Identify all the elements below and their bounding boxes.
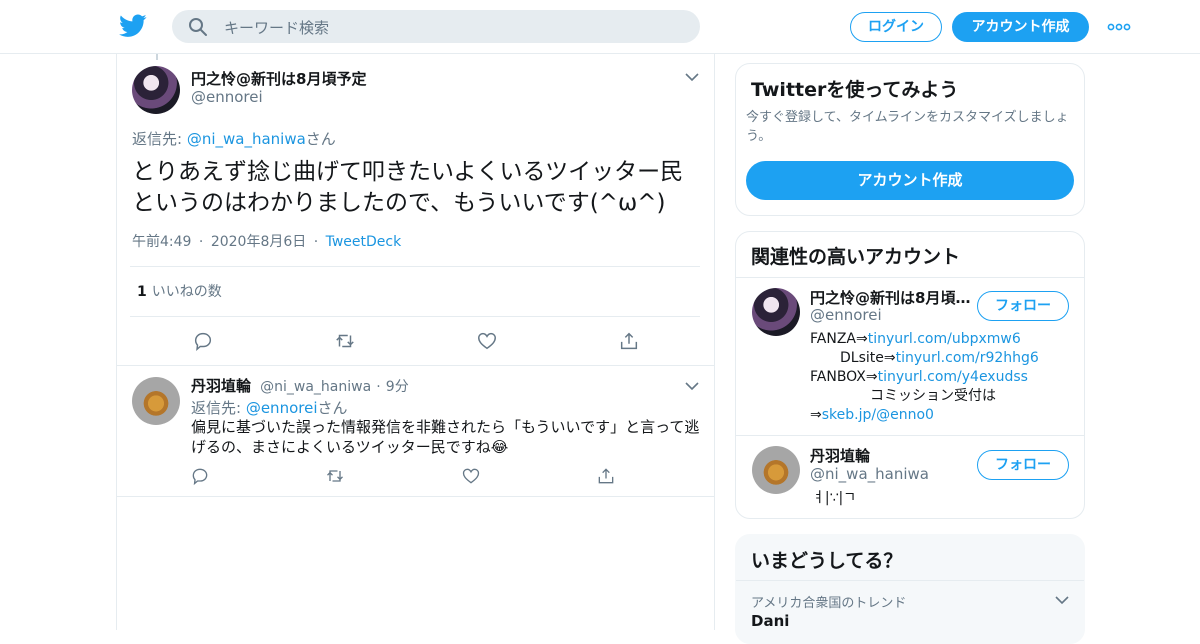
- likes-summary[interactable]: 1 いいねの数: [137, 281, 222, 301]
- author-handle[interactable]: @ni_wa_haniwa: [260, 379, 371, 395]
- divider: [130, 266, 700, 267]
- avatar[interactable]: [132, 66, 180, 114]
- card-title: 関連性の高いアカウント: [751, 246, 961, 268]
- card-title: Twitterを使ってみよう: [751, 79, 959, 101]
- bio-line: FANZA⇒tinyurl.com/ubpxmw6: [810, 330, 1080, 349]
- avatar[interactable]: [132, 377, 180, 425]
- main-timeline: 円之怜@新刊は8月頃予定 @ennorei 返信先: @ni_wa_haniwa…: [116, 54, 715, 630]
- reply-to-link[interactable]: @ni_wa_haniwa: [187, 130, 306, 148]
- bio-link[interactable]: skeb.jp/@enno0: [822, 407, 934, 423]
- bio-line: FANBOX⇒tinyurl.com/y4exudss: [810, 368, 1080, 387]
- trend-item[interactable]: Dani: [751, 612, 789, 630]
- bio-link[interactable]: tinyurl.com/y4exudss: [878, 369, 1028, 385]
- avatar[interactable]: [752, 446, 800, 494]
- chevron-down-icon[interactable]: [685, 381, 699, 391]
- bio-line: コミッション受付は: [810, 387, 1080, 406]
- account-handle[interactable]: @ni_wa_haniwa: [810, 465, 929, 483]
- author-name[interactable]: 丹羽埴輪: [191, 377, 251, 395]
- share-icon[interactable]: [596, 466, 616, 486]
- related-accounts-card: 関連性の高いアカウント 円之怜@新刊は8月頃… @ennorei フォロー FA…: [735, 231, 1085, 519]
- account-bio: FANZA⇒tinyurl.com/ubpxmw6 DLsite⇒tinyurl…: [810, 330, 1080, 425]
- divider: [736, 435, 1084, 436]
- search-box[interactable]: キーワード検索: [172, 10, 700, 43]
- trends-card: いまどうしてる？ アメリカ合衆国のトレンド Dani: [735, 534, 1085, 644]
- meta-separator: ·: [198, 234, 204, 250]
- twitter-logo-icon[interactable]: [119, 13, 147, 39]
- account-name[interactable]: 丹羽埴輪: [810, 445, 870, 466]
- top-nav: キーワード検索 ログイン アカウント作成: [0, 0, 1200, 54]
- account-bio: ㅕ|∵|ㄱ: [812, 490, 857, 506]
- retweet-icon[interactable]: [325, 466, 345, 486]
- tweet-time[interactable]: 午前4:49: [132, 234, 191, 250]
- signup-card: Twitterを使ってみよう 今すぐ登録して、タイムラインをカスタマイズしましょ…: [735, 63, 1085, 216]
- search-input[interactable]: キーワード検索: [224, 17, 329, 38]
- reply-header: 丹羽埴輪 @ni_wa_haniwa · 9分: [191, 375, 409, 396]
- trend-region: アメリカ合衆国のトレンド: [751, 596, 907, 611]
- reply-suffix: さん: [305, 130, 336, 148]
- bio-line: DLsite⇒tinyurl.com/r92hhg6: [810, 349, 1080, 368]
- reply-icon[interactable]: [192, 330, 214, 352]
- meta-separator: ·: [376, 379, 381, 395]
- bio-text: FANZA⇒: [810, 331, 868, 347]
- divider: [736, 580, 1084, 581]
- bio-text: FANBOX⇒: [810, 369, 878, 385]
- reply-context: 返信先: @ennoreiさん: [191, 397, 348, 418]
- reply-to-link[interactable]: @ennorei: [246, 399, 318, 417]
- card-title: いまどうしてる？: [751, 550, 903, 572]
- reply-icon[interactable]: [190, 466, 210, 486]
- login-button[interactable]: ログイン: [850, 12, 942, 42]
- retweet-icon[interactable]: [334, 330, 356, 352]
- author-name[interactable]: 円之怜@新刊は8月頃予定: [191, 68, 366, 89]
- avatar[interactable]: [752, 288, 800, 336]
- reply-prefix: 返信先:: [191, 399, 246, 417]
- like-icon[interactable]: [461, 466, 481, 486]
- card-description: 今すぐ登録して、タイムラインをカスタマイズしましょう。: [746, 110, 1069, 144]
- tweet-age[interactable]: 9分: [386, 379, 409, 395]
- tweet-client-link[interactable]: TweetDeck: [326, 234, 402, 250]
- reply-context: 返信先: @ni_wa_haniwaさん: [132, 128, 336, 149]
- bio-text: DLsite⇒: [840, 350, 896, 366]
- tweet-date[interactable]: 2020年8月6日: [211, 234, 306, 250]
- follow-button[interactable]: フォロー: [977, 291, 1069, 321]
- divider: [117, 365, 714, 366]
- like-label: いいねの数: [151, 284, 222, 300]
- bio-line: ⇒skeb.jp/@enno0: [810, 406, 1080, 425]
- tweet-meta: 午前4:49 · 2020年8月6日 · TweetDeck: [132, 231, 401, 251]
- signup-button[interactable]: アカウント作成: [952, 12, 1089, 42]
- search-icon: [189, 18, 207, 36]
- more-options-icon[interactable]: [1107, 20, 1131, 34]
- like-count: 1: [137, 284, 147, 300]
- divider: [117, 496, 714, 497]
- follow-button[interactable]: フォロー: [977, 450, 1069, 480]
- author-handle[interactable]: @ennorei: [191, 88, 263, 106]
- account-name[interactable]: 円之怜@新刊は8月頃…: [810, 287, 970, 308]
- chevron-down-icon[interactable]: [1055, 595, 1069, 605]
- meta-separator: ·: [313, 234, 319, 250]
- share-icon[interactable]: [618, 330, 640, 352]
- chevron-down-icon[interactable]: [685, 72, 699, 82]
- signup-button[interactable]: アカウント作成: [746, 161, 1074, 200]
- bio-link[interactable]: tinyurl.com/ubpxmw6: [868, 331, 1021, 347]
- reply-suffix: さん: [317, 399, 348, 417]
- bio-text: ⇒: [810, 407, 822, 423]
- account-handle[interactable]: @ennorei: [810, 306, 882, 324]
- divider: [736, 277, 1084, 278]
- tweet-text: とりあえず捻じ曲げて叩きたいよくいるツイッター民というのはわかりましたので、もう…: [132, 159, 684, 216]
- divider: [130, 316, 700, 317]
- reply-prefix: 返信先:: [132, 130, 187, 148]
- like-icon[interactable]: [476, 330, 498, 352]
- bio-text: コミッション受付は: [870, 388, 996, 404]
- reply-text: 偏見に基づいた誤った情報発信を非難されたら「もういいです」と言って逃げるの、まさ…: [191, 418, 700, 456]
- bio-link[interactable]: tinyurl.com/r92hhg6: [896, 350, 1039, 366]
- thread-line: [156, 54, 158, 60]
